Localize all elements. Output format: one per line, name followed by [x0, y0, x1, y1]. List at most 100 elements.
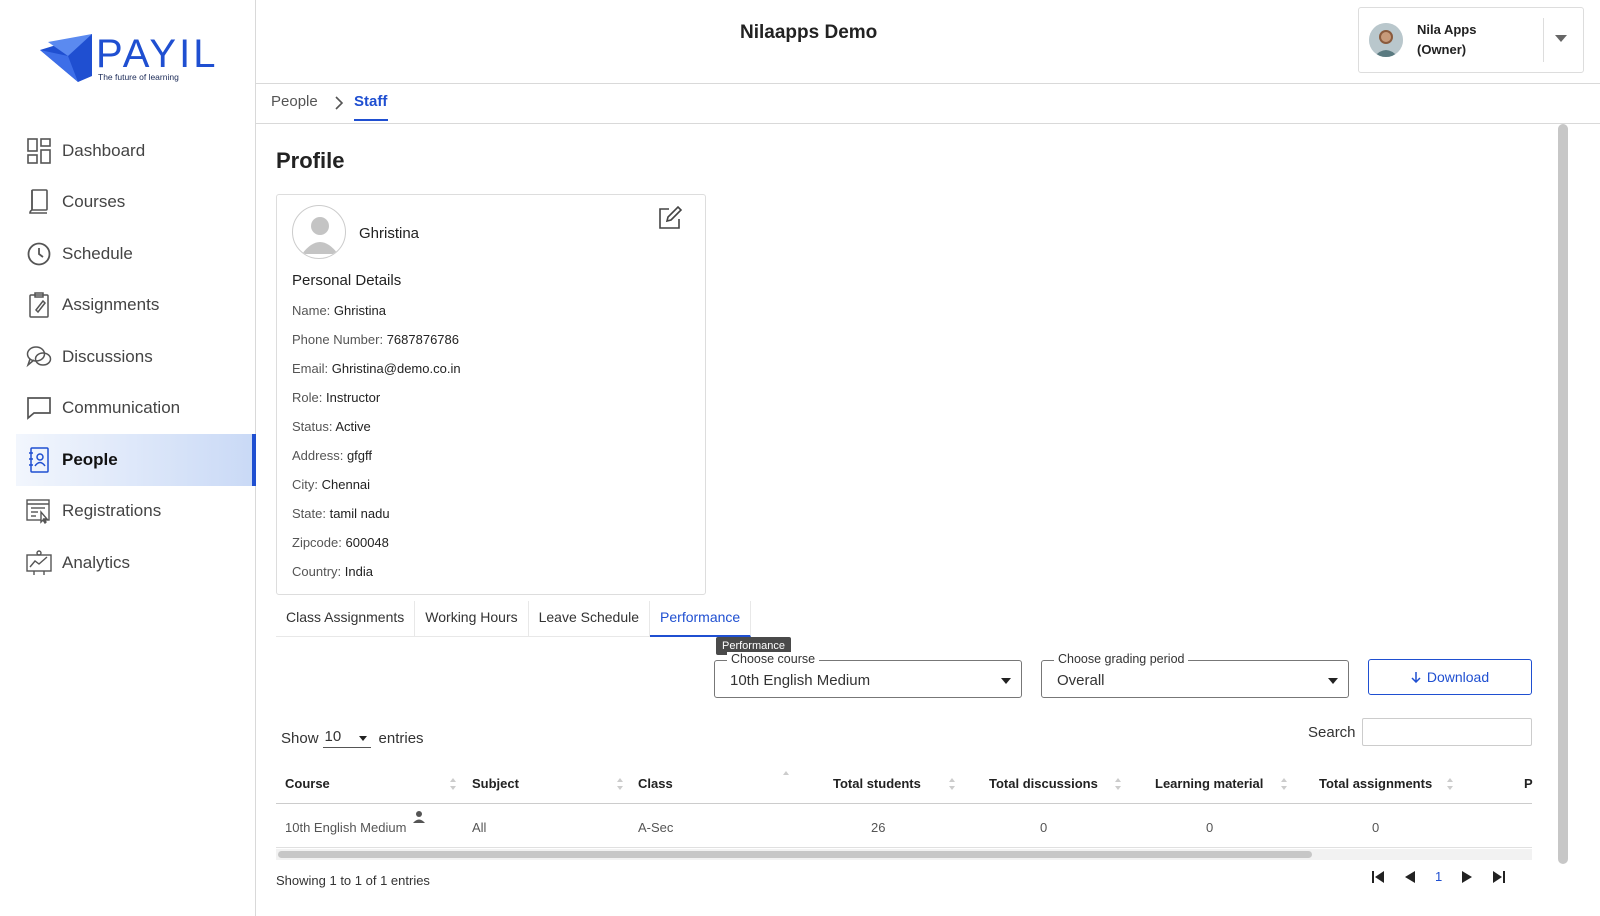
person-icon [413, 811, 425, 823]
app-title: Nilaapps Demo [740, 22, 878, 43]
sidebar-item-label: Schedule [62, 243, 133, 263]
detail-value: tamil nadu [329, 506, 390, 521]
search-input[interactable] [1362, 718, 1532, 746]
detail-value: 7687876786 [386, 332, 459, 347]
sidebar-item-courses[interactable]: Courses [0, 177, 256, 229]
detail-state: State: tamil nadu [292, 506, 390, 521]
caret-down-icon [358, 736, 367, 741]
col-learning-material[interactable]: Learning material [1155, 776, 1263, 791]
detail-value: Active [335, 419, 371, 434]
sidebar-item-label: Registrations [62, 501, 162, 521]
tab-performance[interactable]: Performance [650, 601, 752, 637]
sidebar-item-discussions[interactable]: Discussions [0, 331, 256, 383]
sidebar-item-label: Analytics [62, 552, 131, 572]
sidebar-item-label: Communication [62, 398, 181, 418]
page-number[interactable]: 1 [1435, 869, 1442, 884]
page-title: Profile [276, 148, 345, 173]
sidebar-item-label: Discussions [62, 346, 153, 366]
sidebar-item-assignments[interactable]: Assignments [0, 280, 256, 332]
chevron-down-icon[interactable] [1555, 35, 1567, 42]
detail-label: Phone Number: [292, 332, 384, 347]
sidebar-item-people[interactable]: People [16, 434, 256, 486]
entries-select[interactable]: 10 [322, 728, 371, 748]
user-menu-divider [1543, 18, 1544, 62]
sort-icon[interactable] [1280, 777, 1288, 791]
sidebar-item-label: Courses [62, 192, 126, 212]
registration-icon [26, 497, 52, 525]
detail-label: Country: [292, 564, 342, 579]
detail-label: Name: [292, 303, 331, 318]
profile-tabs: Class Assignments Working Hours Leave Sc… [276, 601, 752, 637]
sort-asc-icon[interactable] [782, 770, 790, 784]
sort-icon[interactable] [1114, 777, 1122, 791]
logo-mark-icon [40, 34, 92, 82]
col-total-assignments[interactable]: Total assignments [1319, 776, 1432, 791]
detail-value: Ghristina [333, 303, 386, 318]
sidebar-item-dashboard[interactable]: Dashboard [0, 125, 256, 177]
detail-label: State: [292, 506, 326, 521]
breadcrumb-staff[interactable]: Staff [354, 93, 387, 110]
sidebar-item-label: Dashboard [62, 140, 146, 160]
first-page-icon[interactable] [1371, 870, 1385, 884]
col-total-discussions[interactable]: Total discussions [989, 776, 1098, 791]
cell-total-discussions: 0 [1040, 820, 1048, 835]
course-select-label: Choose course [727, 652, 820, 666]
sort-icon[interactable] [616, 777, 624, 791]
grading-period-select[interactable]: Choose grading period Overall [1041, 652, 1349, 698]
col-total-students[interactable]: Total students [833, 776, 921, 791]
page-vertical-scrollbar[interactable] [1558, 124, 1568, 864]
show-entries: Show 10 entries [281, 728, 424, 748]
last-page-icon[interactable] [1492, 870, 1506, 884]
top-header: Nilaapps Demo Nila Apps (Owner) [256, 0, 1600, 84]
table-row[interactable]: 10th English Medium All A-Sec 26 0 0 0 [276, 804, 1532, 848]
col-truncated[interactable]: P [1524, 776, 1533, 791]
detail-country: Country: India [292, 564, 373, 579]
sort-icon[interactable] [948, 777, 956, 791]
detail-email: Email: Ghristina@demo.co.in [292, 361, 461, 376]
sidebar-item-label: People [62, 449, 118, 469]
sort-icon[interactable] [1446, 777, 1454, 791]
pagination: 1 [1371, 869, 1506, 884]
detail-phone: Phone Number: 7687876786 [292, 332, 459, 347]
brand-name: PAYIL [96, 32, 219, 76]
col-subject[interactable]: Subject [472, 776, 519, 791]
col-course[interactable]: Course [285, 776, 330, 791]
sidebar-item-analytics[interactable]: Analytics [0, 537, 256, 589]
edit-icon[interactable] [657, 205, 683, 231]
tab-class-assignments[interactable]: Class Assignments [276, 601, 416, 637]
table-horizontal-scrollbar[interactable] [278, 851, 1312, 858]
performance-table: Course Subject Class Total students Tota… [276, 764, 1533, 848]
detail-label: Address: [292, 448, 344, 463]
next-page-icon[interactable] [1460, 870, 1474, 884]
course-select[interactable]: Choose course 10th English Medium [714, 652, 1022, 698]
detail-status: Status: Active [292, 419, 371, 434]
detail-city: City: Chennai [292, 477, 370, 492]
entries-value: 10 [324, 728, 342, 745]
sidebar-item-communication[interactable]: Communication [0, 383, 256, 435]
previous-page-icon[interactable] [1403, 870, 1417, 884]
detail-value: Ghristina@demo.co.in [331, 361, 461, 376]
user-avatar [1369, 23, 1403, 57]
breadcrumb-people[interactable]: People [271, 93, 318, 110]
download-label: Download [1426, 669, 1490, 685]
download-button[interactable]: Download [1368, 659, 1532, 695]
chat-bubbles-icon [26, 343, 52, 371]
user-menu[interactable]: Nila Apps (Owner) [1358, 7, 1584, 73]
detail-value: gfgff [346, 448, 372, 463]
detail-zipcode: Zipcode: 600048 [292, 535, 389, 550]
col-class[interactable]: Class [638, 776, 673, 791]
breadcrumb-active-underline [354, 119, 388, 121]
personal-details-heading: Personal Details [292, 272, 402, 289]
sort-icon[interactable] [449, 777, 457, 791]
dashboard-icon [26, 137, 52, 165]
sidebar-item-schedule[interactable]: Schedule [0, 228, 256, 280]
payil-logo[interactable]: PAYIL The future of learning [38, 30, 218, 86]
profile-avatar [292, 205, 346, 259]
tab-leave-schedule[interactable]: Leave Schedule [529, 601, 651, 637]
analytics-icon [26, 549, 52, 577]
tab-working-hours[interactable]: Working Hours [415, 601, 529, 637]
message-icon [26, 394, 52, 422]
detail-value: India [344, 564, 373, 579]
sidebar-item-registrations[interactable]: Registrations [0, 486, 256, 538]
grading-period-value: Overall [1057, 672, 1105, 689]
